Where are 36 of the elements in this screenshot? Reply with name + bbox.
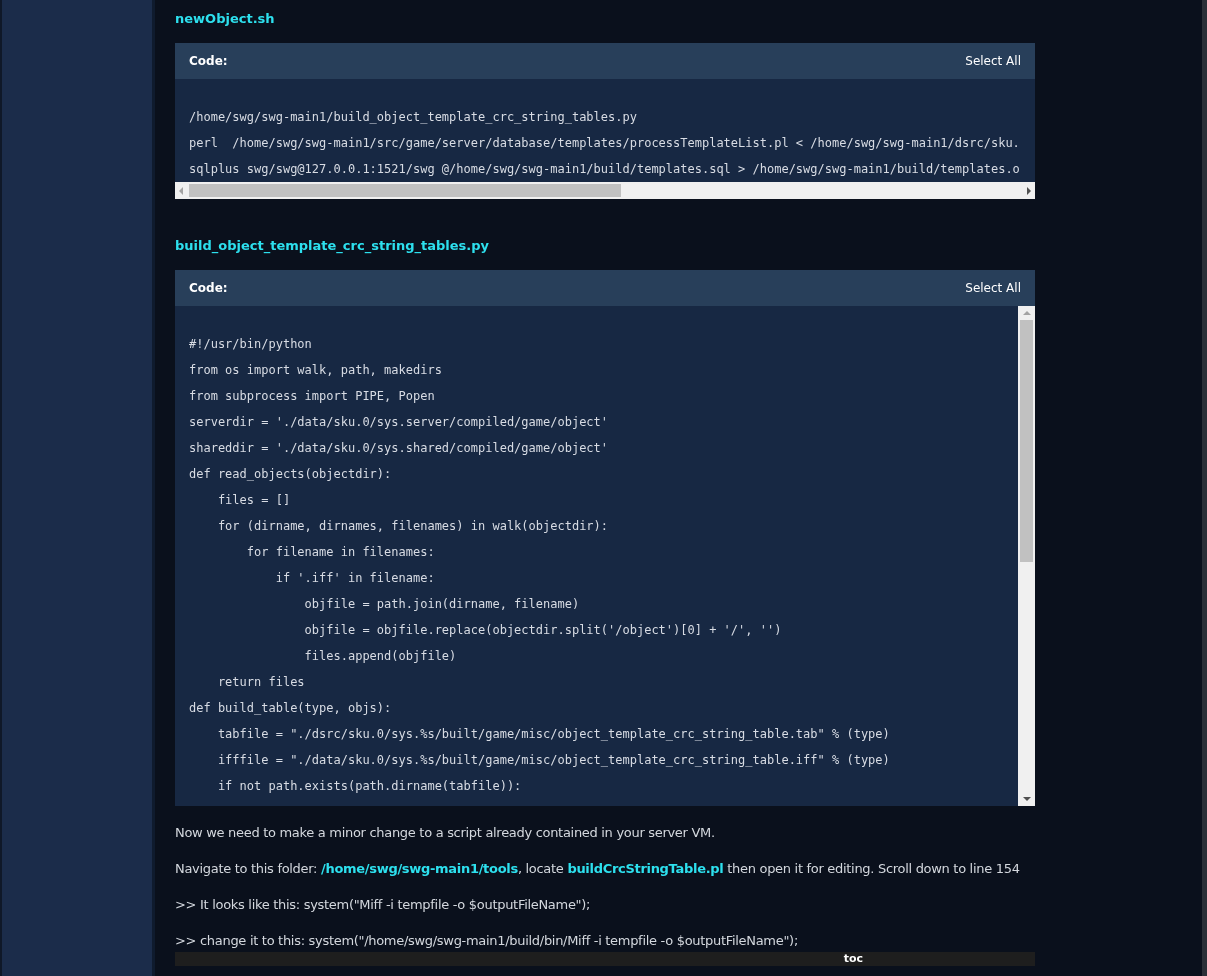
code-line: if '.iff' in filename: — [274, 570, 436, 587]
select-all-link[interactable]: Select All — [965, 54, 1021, 68]
paragraph: Navigate to this folder: /home/swg/swg-main1/tools, locate buildCrcStringTable.pl then open it for editing. Scroll down to line 154 — [175, 861, 1021, 877]
paragraph: >> change it to this: system("/home/swg/swg-main1/build/bin/Miff -i tempfile -o $outputFileName"); — [175, 933, 799, 949]
code-line: files = [] — [216, 492, 292, 509]
code-line: for (dirname, dirnames, filenames) in walk(objectdir): — [216, 518, 610, 535]
vertical-scrollbar[interactable] — [1018, 306, 1035, 806]
code-line: objfile = objfile.replace(objectdir.split('/object')[0] + '/', '') — [303, 622, 783, 639]
code-label: Code: — [189, 54, 228, 68]
link[interactable]: /home/swg/swg-main1/tools — [321, 861, 518, 876]
code-line: def build_table(type, objs): — [189, 700, 393, 717]
code-line: sqlplus swg/swg@127.0.0.1:1521/swg @/home/swg/swg-main1/build/templates.sql > /home/swg/swg-main1/build/templates.o — [189, 161, 1021, 178]
code-line: /home/swg/swg-main1/build_object_template_crc_string_tables.py — [189, 109, 638, 126]
select-all-link[interactable]: Select All — [965, 281, 1021, 295]
code-line: tabfile = "./dsrc/sku.0/sys.%s/built/game/misc/object_template_crc_string_table.tab" % (type) — [216, 726, 891, 743]
code-line: shareddir = './data/sku.0/sys.shared/compiled/game/object' — [189, 440, 610, 457]
file-name-heading: build_object_template_crc_string_tables.py — [175, 237, 491, 256]
code-line: objfile = path.join(dirname, filename) — [303, 596, 581, 613]
code-line: if not path.exists(path.dirname(tabfile)): — [216, 778, 523, 795]
code-line: serverdir = './data/sku.0/sys.server/compiled/game/object' — [189, 414, 610, 431]
code-line: #!/usr/bin/python — [189, 336, 313, 353]
toolbar-label: toc — [843, 952, 863, 966]
code-line: ifffile = "./data/sku.0/sys.%s/built/game/misc/object_template_crc_string_table.iff" % (type) — [216, 752, 891, 769]
code-line: from subprocess import PIPE, Popen — [189, 388, 436, 405]
code-label: Code: — [189, 281, 228, 295]
code-line: def read_objects(objectdir): — [189, 466, 393, 483]
code-line: from os import walk, path, makedirs — [189, 362, 443, 379]
code-line: perl /home/swg/swg-main1/src/game/server/database/templates/processTemplateList.pl < /home/swg/swg-main1/dsrc/sku. — [189, 135, 1021, 152]
link[interactable]: buildCrcStringTable.pl — [567, 861, 724, 876]
paragraph: >> It looks like this: system("Miff -i tempfile -o $outputFileName"); — [175, 897, 592, 913]
horizontal-scrollbar[interactable] — [175, 182, 1035, 199]
code-line: files.append(objfile) — [303, 648, 458, 665]
code-line: return files — [216, 674, 306, 691]
file-name-heading: newObject.sh — [175, 10, 276, 28]
code-line: for filename in filenames: — [245, 544, 436, 561]
paragraph: Now we need to make a minor change to a script already contained in your server VM. — [175, 825, 716, 841]
